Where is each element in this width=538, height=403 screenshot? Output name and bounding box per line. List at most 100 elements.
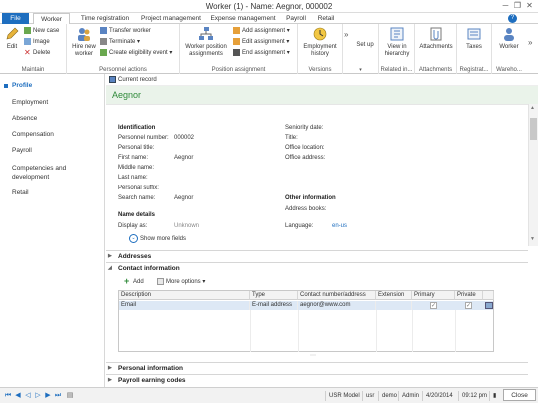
identification-heading: Identification xyxy=(118,125,156,131)
show-more-chevron-icon[interactable]: ⌄ xyxy=(129,234,138,243)
primary-checkbox[interactable]: ✓ xyxy=(430,302,437,309)
more-options-button[interactable]: More options ▾ xyxy=(157,277,205,287)
add-contact-button[interactable]: + Add xyxy=(124,276,144,287)
col-divider xyxy=(250,310,251,352)
private-checkbox[interactable]: ✓ xyxy=(465,302,472,309)
display-as-value[interactable]: Unknown xyxy=(174,223,199,229)
col-header-extension[interactable]: Extension xyxy=(376,291,412,300)
view-in-hierarchy-button[interactable]: View in hierarchy xyxy=(380,26,414,58)
last-record-icon[interactable]: ⏭ xyxy=(54,391,62,400)
personal-suffix-label: Personal suffix: xyxy=(118,185,159,191)
cell-type[interactable]: E-mail address xyxy=(250,301,298,310)
taxes-button[interactable]: Taxes xyxy=(459,26,489,51)
language-value[interactable]: en-us xyxy=(332,223,347,229)
tab-payroll[interactable]: Payroll xyxy=(283,13,309,24)
language-label: Language: xyxy=(285,223,314,229)
selected-indicator xyxy=(4,84,8,88)
ribbon-more-right[interactable]: » xyxy=(528,38,532,47)
terminate-button[interactable]: Terminate ▾ xyxy=(100,37,140,47)
transfer-worker-button[interactable]: Transfer worker xyxy=(100,26,151,36)
close-button[interactable]: Close xyxy=(503,389,536,401)
tab-project-management[interactable]: Project management xyxy=(138,13,204,24)
tab-file[interactable]: File xyxy=(2,13,29,24)
end-assignment-button[interactable]: End assignment ▾ xyxy=(233,48,290,58)
employment-history-button[interactable]: Employment history xyxy=(300,26,340,58)
group-label-versions: Versions xyxy=(308,67,332,73)
group-label-attachments: Attachments xyxy=(418,67,453,73)
col-header-private[interactable]: Private xyxy=(455,291,483,300)
fasttab-addresses[interactable]: ▶ Addresses xyxy=(106,250,528,261)
previous-page-icon[interactable]: ◁ xyxy=(24,391,32,400)
eligibility-label: Create eligibility event xyxy=(109,50,168,56)
status-time: 09:12 pm xyxy=(458,391,490,401)
image-button[interactable]: Image xyxy=(24,37,50,47)
resize-handle[interactable]: ⋯ xyxy=(310,352,316,359)
scroll-thumb[interactable] xyxy=(530,118,537,140)
edit-button[interactable]: Edit xyxy=(3,26,21,51)
nav-item-compensation[interactable]: Compensation xyxy=(12,131,54,138)
tab-time-registration[interactable]: Time registration xyxy=(74,13,136,24)
fasttab-contact-information[interactable]: ◢ Contact information xyxy=(106,262,528,273)
next-page-icon[interactable]: ▷ xyxy=(34,391,42,400)
edit-label: Edit xyxy=(6,44,18,50)
nav-item-retail[interactable]: Retail xyxy=(12,189,29,196)
collapse-arrow-icon: ◢ xyxy=(108,265,112,271)
minimize-button[interactable]: ─ xyxy=(500,1,511,11)
edit-assignment-icon xyxy=(233,37,240,45)
cell-description[interactable]: Email xyxy=(119,301,250,310)
hire-new-worker-button[interactable]: Hire new worker xyxy=(70,26,98,58)
help-icon[interactable]: ? xyxy=(508,14,517,23)
col-divider xyxy=(376,310,377,352)
delete-button[interactable]: ✕ Delete xyxy=(24,48,50,58)
edit-assignment-button[interactable]: Edit assignment ▾ xyxy=(233,37,289,47)
group-set-up: » Set up ▾ xyxy=(343,24,379,74)
scroll-down-icon[interactable]: ▼ xyxy=(530,236,535,242)
name-details-heading: Name details xyxy=(118,212,156,218)
first-name-value[interactable]: Aegnor xyxy=(174,155,193,161)
col-header-contact[interactable]: Contact number/address xyxy=(298,291,376,300)
group-related-info: View in hierarchy Related in... xyxy=(379,24,415,74)
nav-item-payroll[interactable]: Payroll xyxy=(12,147,32,154)
expand-arrow-icon: ▶ xyxy=(108,365,112,371)
tab-retail[interactable]: Retail xyxy=(314,13,338,24)
nav-item-profile[interactable]: Profile xyxy=(12,82,32,89)
show-more-fields-link[interactable]: Show more fields xyxy=(140,236,186,242)
restore-button[interactable]: ❐ xyxy=(512,1,523,11)
next-record-icon[interactable]: ▶ xyxy=(44,391,52,400)
cell-extension[interactable] xyxy=(376,301,412,310)
search-name-value[interactable]: Aegnor xyxy=(174,195,193,201)
worker-position-assignments-button[interactable]: Worker position assignments xyxy=(182,26,230,58)
attachments-button[interactable]: Attachments xyxy=(416,26,456,51)
nav-item-employment[interactable]: Employment xyxy=(12,99,48,106)
new-case-icon xyxy=(24,26,31,34)
set-up-dropdown-icon[interactable]: ▾ xyxy=(343,67,378,73)
window-title: Worker (1) - Name: Aegnor, 000002 xyxy=(205,2,333,11)
close-window-button[interactable]: ✕ xyxy=(524,1,535,11)
status-notification-icon[interactable]: ▮ xyxy=(489,391,503,401)
col-header-primary[interactable]: Primary xyxy=(412,291,455,300)
set-up-button[interactable]: Set up xyxy=(353,42,377,49)
document-icon[interactable]: ▤ xyxy=(66,391,74,400)
col-header-description[interactable]: Description xyxy=(119,291,250,300)
col-header-type[interactable]: Type xyxy=(250,291,298,300)
current-record-button[interactable]: Current record xyxy=(109,75,157,85)
cell-contact[interactable]: aegnor@www.com xyxy=(298,301,376,310)
group-registration: Taxes Registrat... xyxy=(457,24,492,74)
tab-expense-management[interactable]: Expense management xyxy=(208,13,278,24)
first-record-icon[interactable]: ⏮ xyxy=(4,391,12,400)
fasttab-personal-information[interactable]: ▶ Personal information xyxy=(106,362,528,373)
nav-item-absence[interactable]: Absence xyxy=(12,115,37,122)
new-case-button[interactable]: New case xyxy=(24,26,59,36)
add-assignment-button[interactable]: Add assignment ▾ xyxy=(233,26,290,36)
personal-title-label: Personal title: xyxy=(118,145,155,151)
create-eligibility-event-button[interactable]: Create eligibility event ▾ xyxy=(100,48,172,58)
fasttab-payroll-earning-codes[interactable]: ▶ Payroll earning codes xyxy=(106,374,528,385)
header-divider xyxy=(106,104,528,105)
previous-record-icon[interactable]: ◀ xyxy=(14,391,22,400)
vertical-scrollbar[interactable]: ▲ ▼ xyxy=(528,104,538,246)
scroll-up-icon[interactable]: ▲ xyxy=(530,105,535,111)
ribbon-more-left[interactable]: » xyxy=(344,30,348,39)
detail-icon[interactable] xyxy=(485,302,493,309)
nav-item-competencies[interactable]: Competencies and development xyxy=(12,164,100,182)
worker-button[interactable]: Worker xyxy=(494,26,524,51)
